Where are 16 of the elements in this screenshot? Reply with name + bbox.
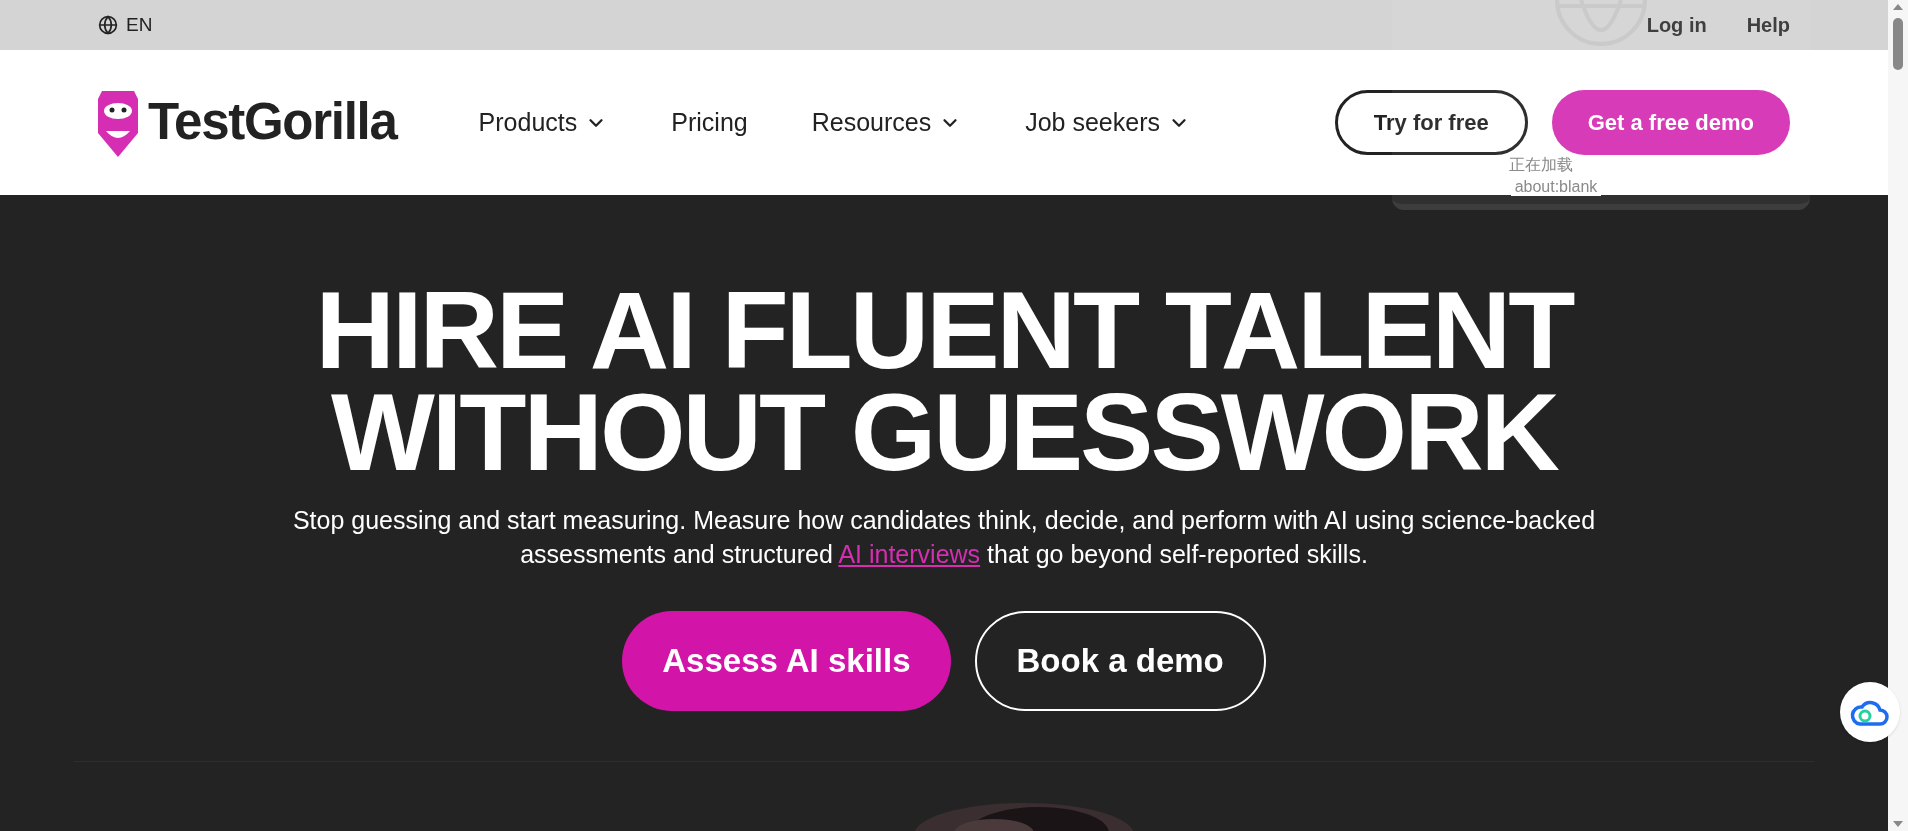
nav-link[interactable]: Job seekers	[1025, 103, 1190, 142]
popup-url: about:blank	[1510, 178, 1602, 196]
outline-button[interactable]: Try for free	[1334, 90, 1528, 155]
hero-headline: HIRE AI FLUENT TALENT WITHOUT GUESSWORK	[315, 279, 1573, 483]
top-link[interactable]: Log in	[1646, 10, 1707, 40]
nav-link[interactable]: Resources	[811, 103, 962, 142]
language-selector[interactable]: EN	[98, 10, 153, 40]
primary-button[interactable]: Get a free demo	[1551, 90, 1790, 155]
primary-button[interactable]: Assess AI skills	[622, 611, 951, 711]
logo[interactable]: TestGorilla	[96, 84, 397, 161]
nav-link[interactable]: Products	[478, 103, 608, 142]
nav-link[interactable]: Pricing	[671, 103, 748, 142]
ai-interviews-link[interactable]: AI interviews	[838, 540, 981, 568]
outline-button[interactable]: Book a demo	[974, 611, 1266, 711]
top-link[interactable]: Help	[1746, 10, 1790, 40]
hero-subtitle: Stop guessing and start measuring. Measure how candidates think, decide, and perform with AI using science-backed assessments and structured AI interviews that go beyond self-reported skills.	[291, 505, 1597, 570]
